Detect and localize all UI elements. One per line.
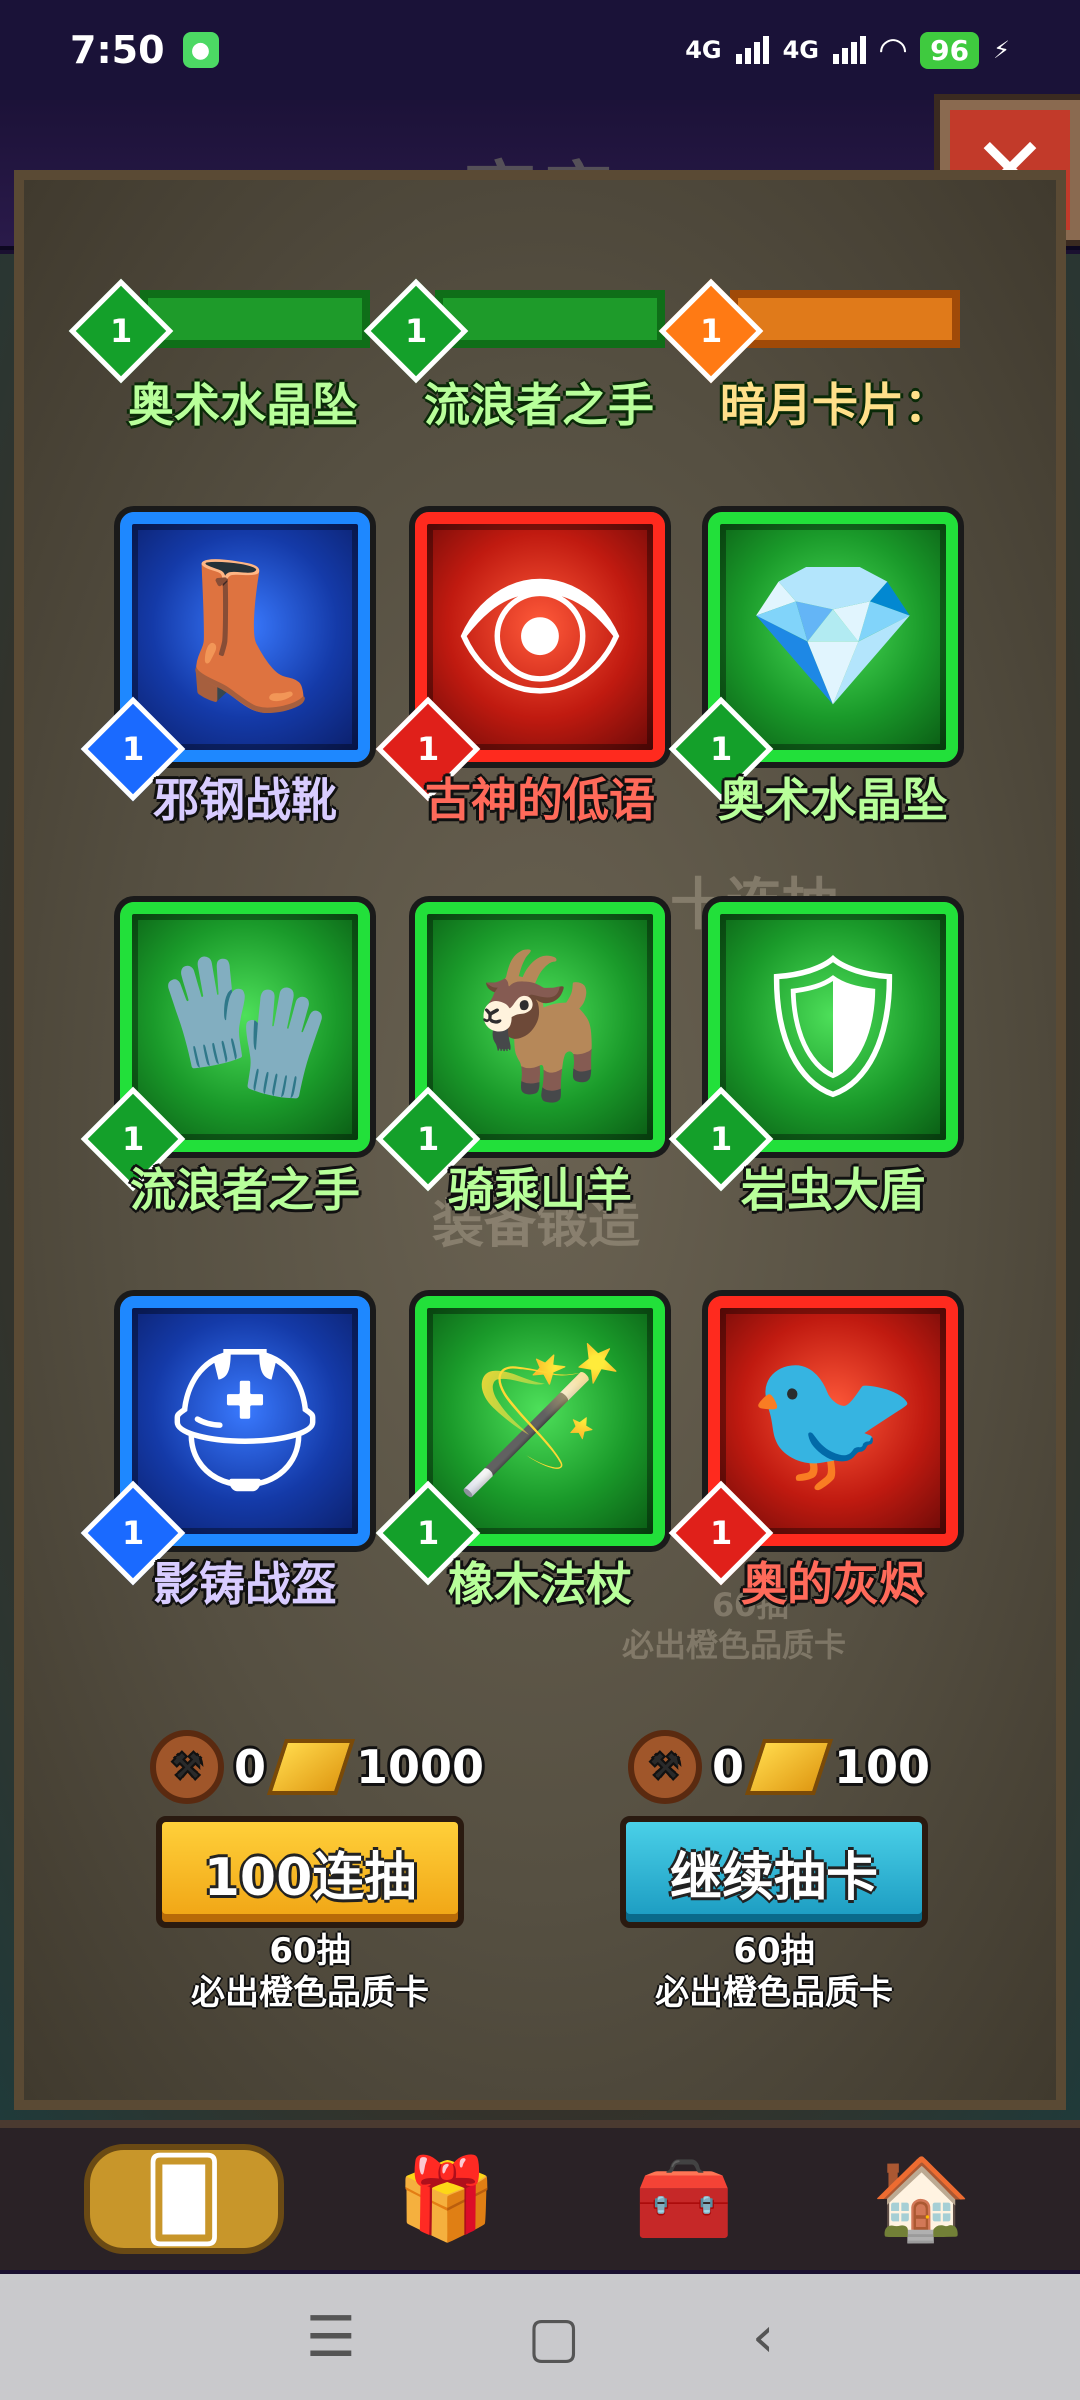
top-card-3[interactable] xyxy=(730,290,960,348)
item-card[interactable]: 🐐 1 骑乘山羊 xyxy=(375,902,665,1217)
nav-gift[interactable]: 🎁 xyxy=(371,2144,521,2254)
treasure-chest-icon: 🧰 xyxy=(633,2152,734,2245)
anvil-count: 0 xyxy=(234,1740,267,1794)
card-name: 影铸战盔 xyxy=(153,1557,337,1611)
anvil-icon: ⚒ xyxy=(150,1730,224,1804)
pull-100-button[interactable]: 100连抽 xyxy=(156,1816,464,1928)
back-icon[interactable]: ‹ xyxy=(752,2305,774,2370)
gold-bar-icon xyxy=(744,1739,834,1795)
top-card-2[interactable] xyxy=(435,290,665,348)
home-icon[interactable]: ▢ xyxy=(527,2305,580,2370)
level-number: 1 xyxy=(709,1119,733,1158)
item-card[interactable]: 🛡 1 岩虫大盾 xyxy=(668,902,958,1217)
gold-cost: 1000 xyxy=(356,1740,485,1794)
tavern-icon: 🏠 xyxy=(871,2152,972,2245)
left-pity-info: 60抽 必出橙色品质卡 xyxy=(156,1930,464,2014)
pity-text: 必出橙色品质卡 xyxy=(655,1973,893,2013)
previous-results-row: 1 1 1 奥术水晶坠 流浪者之手 暗月卡片： xyxy=(0,254,1080,432)
item-card[interactable]: ⛑ 1 影铸战盔 xyxy=(80,1296,370,1611)
gold-bar-icon xyxy=(266,1739,356,1795)
status-time: 7:50 xyxy=(70,28,165,72)
gold-cost: 100 xyxy=(834,1740,931,1794)
card-pack-icon: 🂠 xyxy=(142,2152,225,2246)
recent-apps-icon[interactable]: ☰ xyxy=(306,2305,356,2370)
level-number: 1 xyxy=(416,1119,440,1158)
pity-text: 必出橙色品质卡 xyxy=(191,1973,429,2013)
level-number: 1 xyxy=(709,1513,733,1552)
level-number: 1 xyxy=(709,729,733,768)
card-name: 流浪者之手 xyxy=(424,378,654,432)
item-card[interactable]: 🐦 1 奥的灰烬 xyxy=(668,1296,958,1611)
anvil-icon: ⚒ xyxy=(628,1730,702,1804)
item-card[interactable]: 👁 1 古神的低语 xyxy=(375,512,665,827)
card-name: 暗月卡片： xyxy=(720,378,950,432)
signal-icon xyxy=(735,36,769,64)
nav-card-pack[interactable]: 🂠 xyxy=(83,2144,284,2254)
card-name: 古神的低语 xyxy=(425,773,655,827)
signal-icon-2 xyxy=(833,36,867,64)
pity-count: 60抽 xyxy=(269,1931,351,1971)
level-number: 1 xyxy=(121,1119,145,1158)
card-name: 邪钢战靴 xyxy=(153,773,337,827)
app-notification-icon: ● xyxy=(182,32,219,68)
left-cost-row: ⚒ 0 1000 xyxy=(150,1730,484,1804)
right-cost-row: ⚒ 0 100 xyxy=(628,1730,930,1804)
card-name: 奥术水晶坠 xyxy=(718,773,948,827)
gift-icon: 🎁 xyxy=(396,2152,497,2245)
status-icons: 4G 4G ◠ 96 ⚡ xyxy=(685,30,1010,70)
level-number: 1 xyxy=(121,1513,145,1552)
pity-count: 60抽 xyxy=(733,1931,815,1971)
item-card[interactable]: 🧤 1 流浪者之手 xyxy=(80,902,370,1217)
level-number: 1 xyxy=(121,729,145,768)
nav-treasure[interactable]: 🧰 xyxy=(609,2144,759,2254)
level-number: 1 xyxy=(416,1513,440,1552)
network-label-2: 4G xyxy=(782,36,820,64)
card-name: 奥的灰烬 xyxy=(741,1557,925,1611)
system-navigation-bar: ☰ ▢ ‹ xyxy=(0,2274,1080,2400)
top-card-1[interactable] xyxy=(140,290,370,348)
battery-indicator: 96 xyxy=(920,31,980,69)
charging-icon: ⚡ xyxy=(993,36,1010,64)
status-bar: 7:50 ● 4G 4G ◠ 96 ⚡ xyxy=(0,0,1080,100)
right-pity-info: 60抽 必出橙色品质卡 xyxy=(620,1930,928,2014)
bottom-navigation: 🂠 🎁 🧰 🏠 xyxy=(0,2120,1080,2270)
level-number: 1 xyxy=(416,729,440,768)
item-card[interactable]: 🪄 1 橡木法杖 xyxy=(375,1296,665,1611)
card-name: 橡木法杖 xyxy=(448,1557,632,1611)
card-name: 骑乘山羊 xyxy=(448,1163,632,1217)
anvil-count: 0 xyxy=(712,1740,745,1794)
nav-tavern[interactable]: 🏠 xyxy=(846,2144,996,2254)
card-name: 岩虫大盾 xyxy=(741,1163,925,1217)
item-card[interactable]: 👢 1 邪钢战靴 xyxy=(80,512,370,827)
network-label-1: 4G xyxy=(685,36,722,64)
ghost-pity-text: 必出橙色品质卡 xyxy=(622,1626,847,1664)
card-name: 奥术水晶坠 xyxy=(128,378,358,432)
continue-draw-button[interactable]: 继续抽卡 xyxy=(620,1816,928,1928)
item-card[interactable]: 💎 1 奥术水晶坠 xyxy=(668,512,958,827)
card-name: 流浪者之手 xyxy=(130,1163,360,1217)
wifi-icon: ◠ xyxy=(880,30,907,70)
